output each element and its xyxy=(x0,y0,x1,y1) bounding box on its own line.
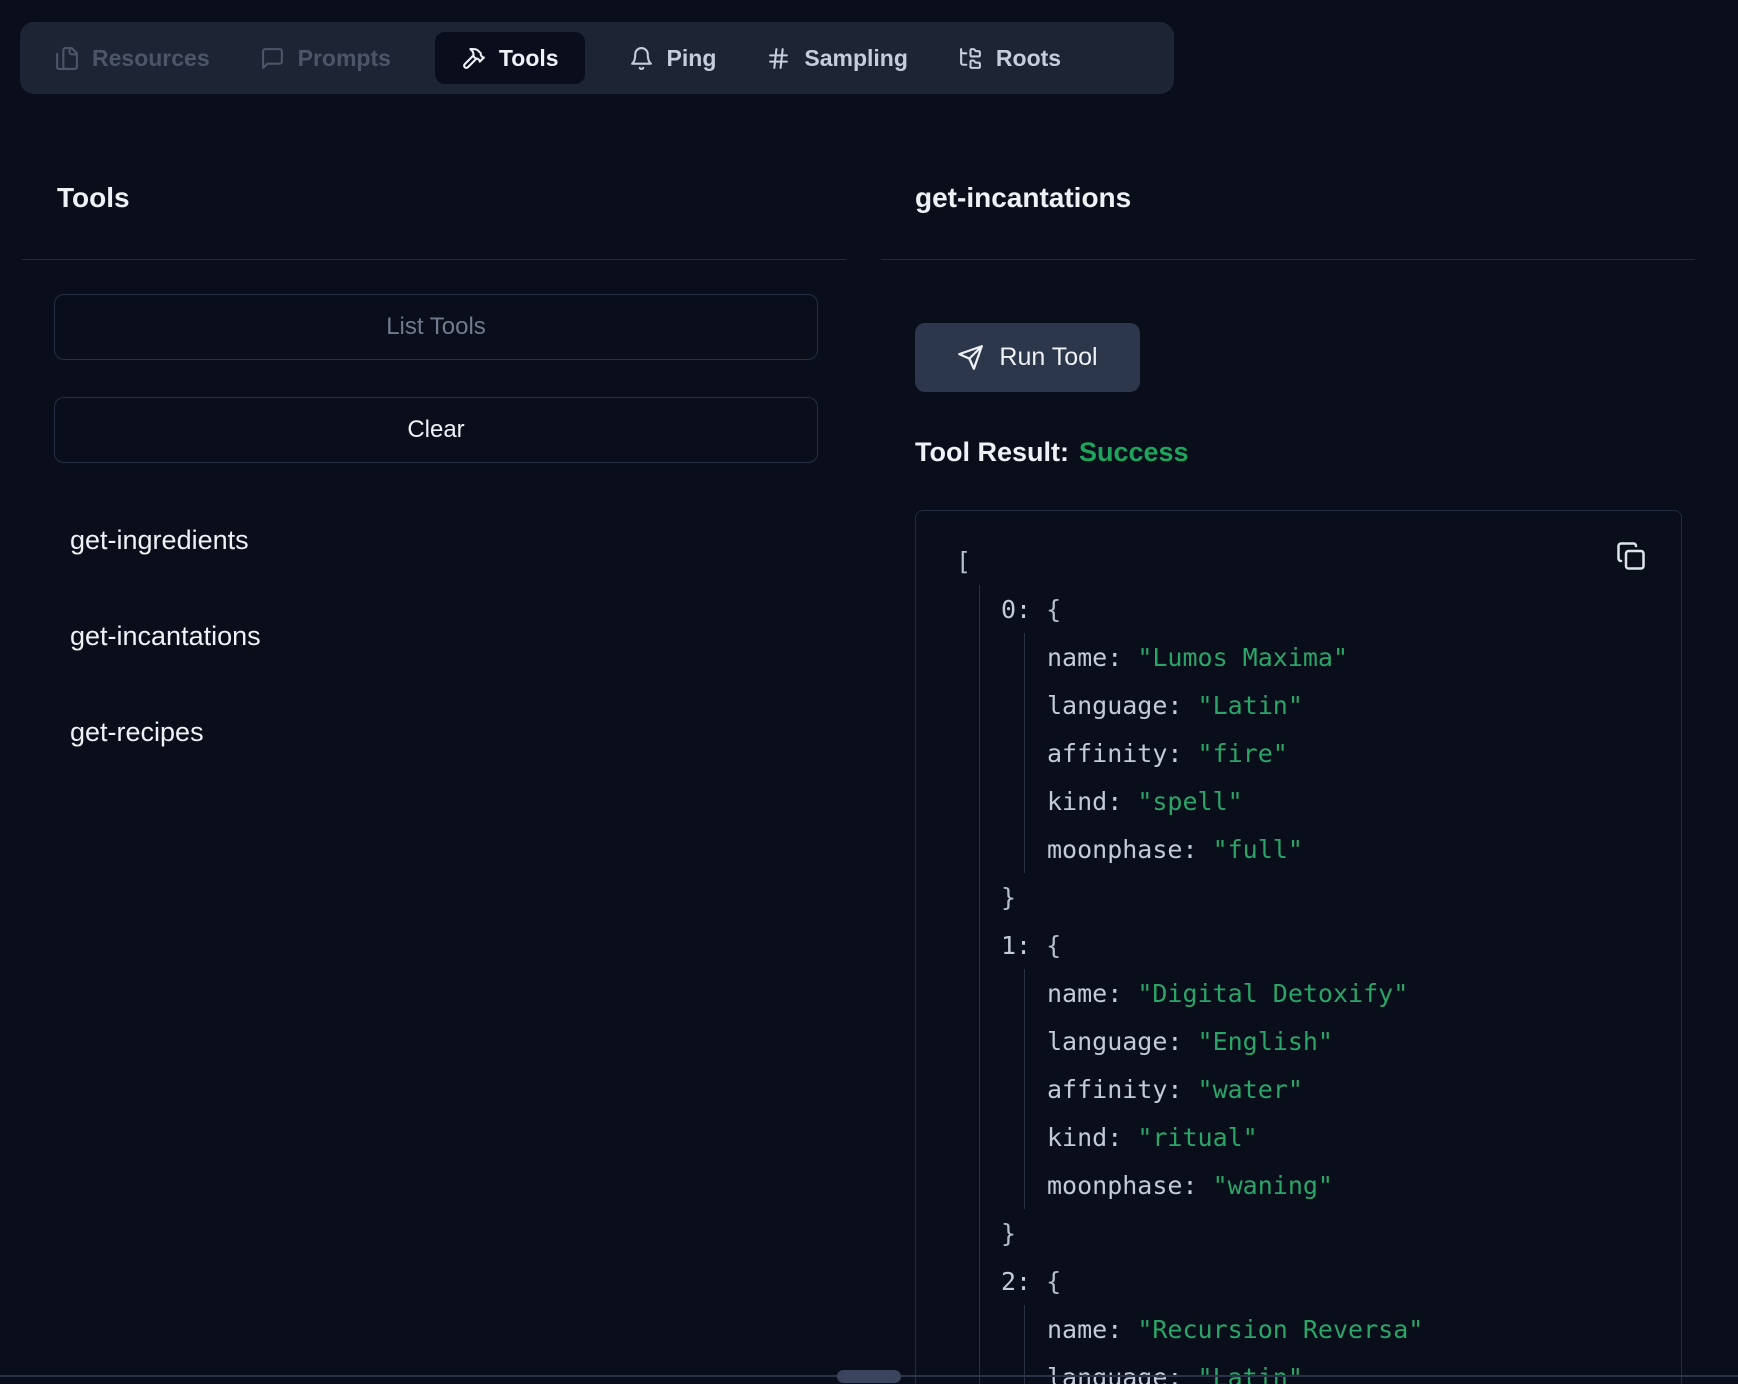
hammer-icon xyxy=(461,46,486,71)
tab-roots[interactable]: Roots xyxy=(952,32,1067,84)
tab-label: Prompts xyxy=(298,45,391,72)
tab-label: Resources xyxy=(92,45,210,72)
list-tools-button[interactable]: List Tools xyxy=(54,294,818,360)
json-line: language: "English" xyxy=(1025,1017,1681,1065)
json-line: } xyxy=(980,1209,1681,1257)
top-nav: Resources Prompts Tools Ping Sampling Ro… xyxy=(20,22,1174,94)
tab-resources[interactable]: Resources xyxy=(48,32,216,84)
left-panel-divider xyxy=(22,259,846,260)
mcp-inspector-page: Resources Prompts Tools Ping Sampling Ro… xyxy=(0,0,1738,1384)
tool-list-item[interactable]: get-recipes xyxy=(70,708,810,756)
tool-result-status: Success xyxy=(1079,437,1189,467)
tool-list-item[interactable]: get-incantations xyxy=(70,612,810,660)
tab-tools[interactable]: Tools xyxy=(435,32,585,84)
send-icon xyxy=(957,344,984,371)
json-line: name: "Lumos Maxima" xyxy=(1025,633,1681,681)
json-line: } xyxy=(980,873,1681,921)
json-line: affinity: "fire" xyxy=(1025,729,1681,777)
json-line: moonphase: "waning" xyxy=(1025,1161,1681,1209)
tool-result-json-viewer: [0: {name: "Lumos Maxima"language: "Lati… xyxy=(915,510,1682,1384)
tab-label: Tools xyxy=(499,45,559,72)
tools-panel-title: Tools xyxy=(57,182,130,214)
tab-label: Roots xyxy=(996,45,1061,72)
bell-icon xyxy=(629,46,654,71)
tool-list: get-ingredients get-incantations get-recip… xyxy=(70,516,810,804)
hash-icon xyxy=(766,46,791,71)
run-tool-button[interactable]: Run Tool xyxy=(915,323,1140,392)
json-line: [ xyxy=(916,537,1681,585)
copy-result-button[interactable] xyxy=(1613,539,1649,575)
tool-result-line: Tool Result: Success xyxy=(915,437,1189,468)
json-line: moonphase: "full" xyxy=(1025,825,1681,873)
json-line: kind: "ritual" xyxy=(1025,1113,1681,1161)
tab-sampling[interactable]: Sampling xyxy=(760,32,914,84)
json-line: name: "Digital Detoxify" xyxy=(1025,969,1681,1017)
clear-button[interactable]: Clear xyxy=(54,397,818,463)
tool-result-label: Tool Result: xyxy=(915,437,1069,467)
json-line: 2: { xyxy=(980,1257,1681,1305)
json-line: 1: { xyxy=(980,921,1681,969)
right-panel-divider xyxy=(881,259,1695,260)
message-square-icon xyxy=(260,46,285,71)
selected-tool-title: get-incantations xyxy=(915,182,1131,214)
resize-grip-handle[interactable] xyxy=(837,1370,901,1383)
json-line: name: "Recursion Reversa" xyxy=(1025,1305,1681,1353)
folder-tree-icon xyxy=(958,46,983,71)
json-line: language: "Latin" xyxy=(1025,681,1681,729)
json-tree: [0: {name: "Lumos Maxima"language: "Lati… xyxy=(916,511,1681,1384)
tool-list-item[interactable]: get-ingredients xyxy=(70,516,810,564)
json-line: kind: "spell" xyxy=(1025,777,1681,825)
json-line: 0: { xyxy=(980,585,1681,633)
json-line: affinity: "water" xyxy=(1025,1065,1681,1113)
tab-label: Sampling xyxy=(804,45,908,72)
tab-label: Ping xyxy=(667,45,717,72)
files-icon xyxy=(54,46,79,71)
run-tool-label: Run Tool xyxy=(999,343,1097,372)
json-line: language: "Latin" xyxy=(1025,1353,1681,1384)
copy-icon xyxy=(1616,541,1646,571)
tab-prompts[interactable]: Prompts xyxy=(254,32,397,84)
tab-ping[interactable]: Ping xyxy=(623,32,723,84)
